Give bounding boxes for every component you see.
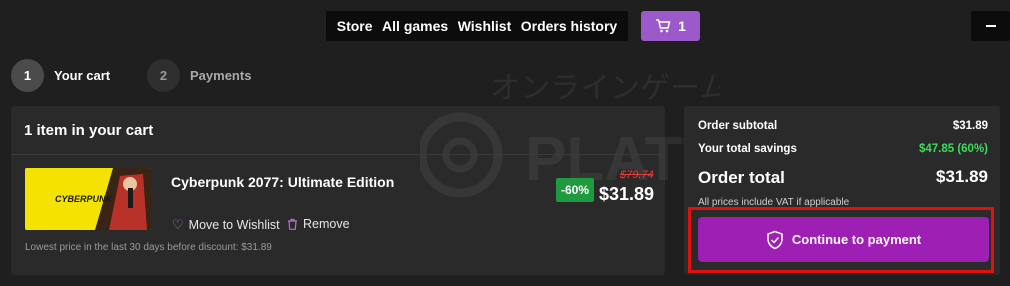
continue-to-payment-button[interactable]: Continue to payment (698, 217, 989, 262)
product-title[interactable]: Cyberpunk 2077: Ultimate Edition (171, 174, 394, 190)
nav-wishlist[interactable]: Wishlist (458, 18, 512, 34)
minus-icon (985, 25, 996, 27)
subtotal-value: $31.89 (952, 120, 988, 132)
shield-check-icon (767, 230, 783, 249)
cart-heading: 1 item in your cart (24, 122, 154, 139)
order-total-label: Order total (698, 168, 785, 187)
cyberpunk-cover-art: CYBERPUNK (25, 168, 151, 230)
cart-button[interactable]: 1 (641, 11, 700, 41)
menu-button[interactable] (971, 11, 1010, 41)
top-nav: Store All games Wishlist Orders history (326, 11, 628, 41)
step-1-label: Your cart (54, 68, 111, 83)
savings-value: $47.85 (60%) (918, 143, 988, 155)
nav-orders-history[interactable]: Orders history (521, 18, 617, 34)
cart-count: 1 (678, 18, 686, 34)
svg-text:オンラインゲーム: オンラインゲーム (490, 71, 720, 106)
nav-store[interactable]: Store (337, 18, 373, 34)
nav-all-games[interactable]: All games (382, 18, 448, 34)
subtotal-label: Order subtotal (698, 120, 778, 132)
move-to-wishlist-link[interactable]: ♡ Move to Wishlist (172, 217, 280, 233)
savings-label: Your total savings (698, 143, 797, 155)
trash-icon (288, 218, 297, 230)
lowest-price-note: Lowest price in the last 30 days before … (25, 242, 272, 253)
step-1-circle: 1 (11, 59, 44, 92)
cart-icon (656, 19, 671, 33)
continue-to-payment-label: Continue to payment (791, 232, 922, 247)
order-total-value: $31.89 (936, 167, 988, 186)
remove-label: Remove (303, 217, 350, 231)
remove-link[interactable]: Remove (287, 217, 350, 231)
step-2-circle: 2 (147, 59, 180, 92)
item-price: $31.89 (599, 184, 655, 204)
divider (11, 154, 665, 155)
heart-icon: ♡ (172, 217, 184, 232)
move-to-wishlist-label: Move to Wishlist (188, 218, 280, 232)
thumbnail-logo-text: CYBERPUNK (55, 194, 114, 204)
old-price: $79.74 (620, 169, 654, 181)
step-2-label: Payments (190, 68, 252, 83)
discount-badge: -60% (556, 178, 594, 202)
product-thumbnail[interactable]: CYBERPUNK (25, 168, 151, 230)
